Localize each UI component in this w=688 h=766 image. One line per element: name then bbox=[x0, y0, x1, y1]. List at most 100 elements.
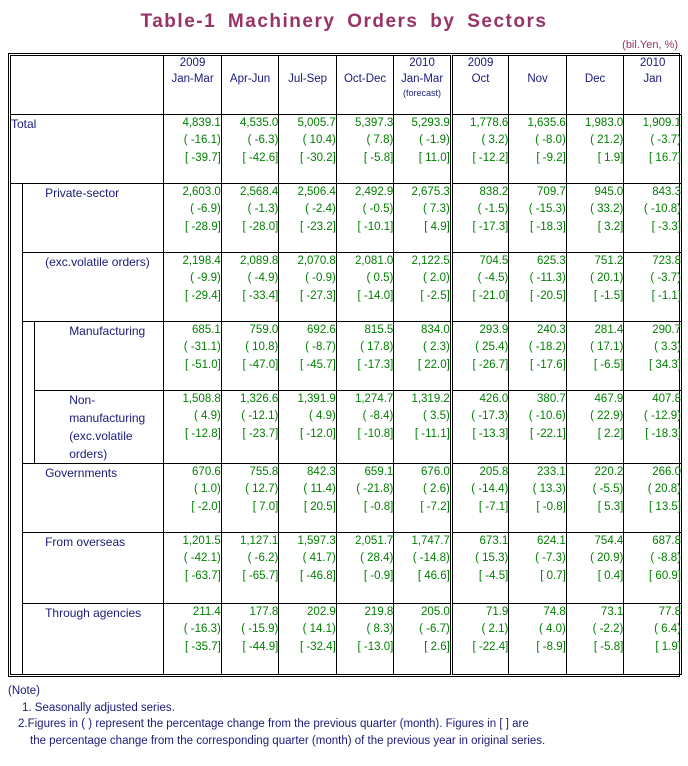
data-cell-r1-c2: 4,535.0 ( -6.3) [ -42.6] bbox=[220, 114, 280, 184]
cell-level: 74.8 bbox=[543, 606, 566, 618]
cell-level: 219.8 bbox=[364, 606, 394, 618]
data-cell-r2-c2: 2,568.4 ( -1.3) [ -28.0] bbox=[220, 183, 280, 253]
cell-change-yoy: [ 3.2] bbox=[597, 220, 624, 233]
indent-spacer bbox=[9, 532, 24, 604]
cell-level: 945.0 bbox=[594, 186, 624, 198]
cell-change-yoy: [ -0.8] bbox=[536, 500, 566, 513]
cell-level: 220.2 bbox=[594, 466, 624, 478]
header-corner-cell bbox=[9, 55, 165, 115]
cell-level: 1,635.6 bbox=[527, 117, 566, 129]
cell-level: 625.3 bbox=[537, 255, 566, 267]
cell-change-yoy: [ -39.7] bbox=[185, 151, 221, 164]
table-container: 2009 Jan-Mar Apr-Jun Jul-Sep Oct-Dec 2010 J… bbox=[0, 53, 688, 677]
column-header-year bbox=[279, 56, 336, 72]
cell-change-prev: ( -12.9) bbox=[643, 410, 681, 423]
cell-change-prev: ( 2.3) bbox=[422, 341, 450, 354]
row-label-4: Manufacturing bbox=[34, 321, 165, 391]
column-header-3: Jul-Sep bbox=[278, 55, 337, 115]
cell-change-yoy: [ 7.0] bbox=[252, 500, 279, 513]
cell-change-yoy: [ -32.4] bbox=[300, 640, 336, 653]
cell-level: 233.1 bbox=[537, 466, 566, 478]
column-header-subnote: (forecast) bbox=[403, 88, 442, 99]
table-header-row: 2009 Jan-Mar Apr-Jun Jul-Sep Oct-Dec 2010 J… bbox=[9, 55, 682, 115]
indent-spacer bbox=[9, 252, 24, 322]
cell-level: 1,391.9 bbox=[297, 393, 336, 405]
cell-change-prev: ( -6.9) bbox=[190, 203, 221, 216]
data-cell-r4-c4: 815.5 ( 17.8) [ -17.3] bbox=[335, 321, 395, 391]
data-cell-r6-c9: 266.0 ( 20.8) [ 13.5] bbox=[623, 463, 682, 533]
row-label-text: (exc.volatile orders) bbox=[45, 255, 150, 269]
cell-change-yoy: [ 16.7] bbox=[649, 151, 681, 164]
cell-change-prev: ( 14.1) bbox=[302, 623, 336, 636]
data-cell-r1-c9: 1,909.1 ( -3.7) [ 16.7] bbox=[623, 114, 682, 184]
cell-level: 755.8 bbox=[249, 466, 279, 478]
cell-change-prev: ( -6.3) bbox=[247, 134, 279, 147]
column-header-5: 2010 Jan-Mar (forecast) bbox=[393, 55, 452, 115]
cell-level: 5,293.9 bbox=[411, 117, 450, 129]
cell-change-prev: ( 3.5) bbox=[422, 410, 450, 423]
cell-change-prev: ( 11.4) bbox=[303, 483, 336, 496]
data-cell-r7-c8: 754.4 ( 20.9) [ 0.4] bbox=[565, 532, 625, 604]
cell-change-yoy: [ -47.0] bbox=[242, 358, 279, 371]
column-header-period: Apr-Jun bbox=[229, 72, 271, 85]
cell-change-prev: ( 13.3) bbox=[532, 483, 566, 496]
cell-change-yoy: [ 20.5] bbox=[303, 500, 336, 513]
cell-change-yoy: [ -8.9] bbox=[536, 640, 566, 653]
data-cell-r7-c6: 673.1 ( 15.3) [ -4.5] bbox=[449, 532, 510, 604]
data-cell-r5-c1: 1,508.8 ( 4.9) [ -12.8] bbox=[163, 390, 222, 464]
cell-level: 71.9 bbox=[485, 606, 509, 618]
table-row: (exc.volatile orders) 2,198.4 ( -9.9) [ -29… bbox=[9, 252, 682, 322]
data-cell-r3-c3: 2,070.8 ( -0.9) [ -27.3] bbox=[278, 252, 337, 322]
indent-spacer bbox=[9, 463, 24, 533]
data-cell-r3-c2: 2,089.8 ( -4.9) [ -33.4] bbox=[220, 252, 280, 322]
cell-change-prev: ( -14.4) bbox=[471, 483, 509, 496]
note-item-1: 1. Seasonally adjusted series. bbox=[22, 701, 175, 714]
notes-block: (Note) 1. Seasonally adjusted series. 2.… bbox=[0, 677, 688, 750]
data-cell-r4-c9: 290.7 ( 3.3) [ 34.3] bbox=[623, 321, 682, 391]
data-cell-r4-c2: 759.0 ( 10.8) [ -47.0] bbox=[220, 321, 280, 391]
indent-spacer bbox=[9, 183, 24, 253]
cell-level: 1,127.1 bbox=[239, 535, 279, 547]
data-cell-r6-c4: 659.1 ( -21.8) [ -0.8] bbox=[335, 463, 395, 533]
column-header-year bbox=[222, 56, 279, 72]
column-header-year bbox=[567, 56, 624, 72]
cell-change-prev: ( -5.5) bbox=[592, 483, 624, 496]
cell-level: 290.7 bbox=[652, 324, 681, 336]
cell-change-yoy: [ -30.2] bbox=[300, 151, 336, 164]
data-cell-r1-c7: 1,635.6 ( -8.0) [ -9.2] bbox=[508, 114, 567, 184]
cell-level: 692.6 bbox=[307, 324, 336, 336]
cell-change-yoy: [ 2.6] bbox=[424, 640, 450, 653]
cell-change-yoy: [ -23.7] bbox=[242, 427, 279, 440]
cell-change-prev: ( 17.8) bbox=[360, 341, 394, 354]
row-label-5: Non-manufacturing (exc.volatile orders) bbox=[34, 390, 165, 464]
cell-change-prev: ( -6.7) bbox=[419, 623, 450, 636]
row-label-8: Through agencies bbox=[22, 603, 165, 675]
cell-change-yoy: [ -65.7] bbox=[242, 569, 279, 582]
cell-level: 2,070.8 bbox=[297, 255, 336, 267]
cell-change-yoy: [ -21.0] bbox=[472, 289, 509, 302]
column-header-period: Nov bbox=[527, 72, 548, 85]
cell-level: 205.8 bbox=[479, 466, 509, 478]
cell-level: 673.1 bbox=[479, 535, 509, 547]
cell-level: 685.1 bbox=[192, 324, 221, 336]
cell-change-yoy: [ -0.9] bbox=[363, 569, 394, 582]
table-row: From overseas 1,201.5( -42.1)[ -63.7] 1,12… bbox=[9, 532, 682, 604]
cell-change-yoy: [ 11.0] bbox=[418, 151, 450, 164]
data-cell-r6-c2: 755.8 ( 12.7) [ 7.0] bbox=[220, 463, 280, 533]
cell-level: 2,506.4 bbox=[297, 186, 336, 198]
cell-change-yoy: [ -7.1] bbox=[478, 500, 509, 513]
cell-change-yoy: [ -51.0] bbox=[185, 358, 221, 371]
cell-change-yoy: [ -29.4] bbox=[185, 289, 221, 302]
cell-change-prev: ( -2.2) bbox=[592, 623, 624, 636]
cell-level: 1,201.5 bbox=[182, 535, 221, 547]
cell-level: 751.2 bbox=[594, 255, 624, 267]
cell-change-prev: ( 17.1) bbox=[590, 341, 624, 354]
cell-change-yoy: [ -10.1] bbox=[357, 220, 394, 233]
cell-level: 5,005.7 bbox=[297, 117, 336, 129]
cell-change-prev: ( -42.1) bbox=[183, 552, 221, 565]
cell-change-prev: ( -14.8) bbox=[412, 552, 450, 565]
cell-change-prev: ( -16.1) bbox=[183, 134, 221, 147]
cell-change-yoy: [ -0.8] bbox=[363, 500, 394, 513]
cell-level: 704.5 bbox=[479, 255, 509, 267]
cell-level: 266.0 bbox=[652, 466, 681, 478]
